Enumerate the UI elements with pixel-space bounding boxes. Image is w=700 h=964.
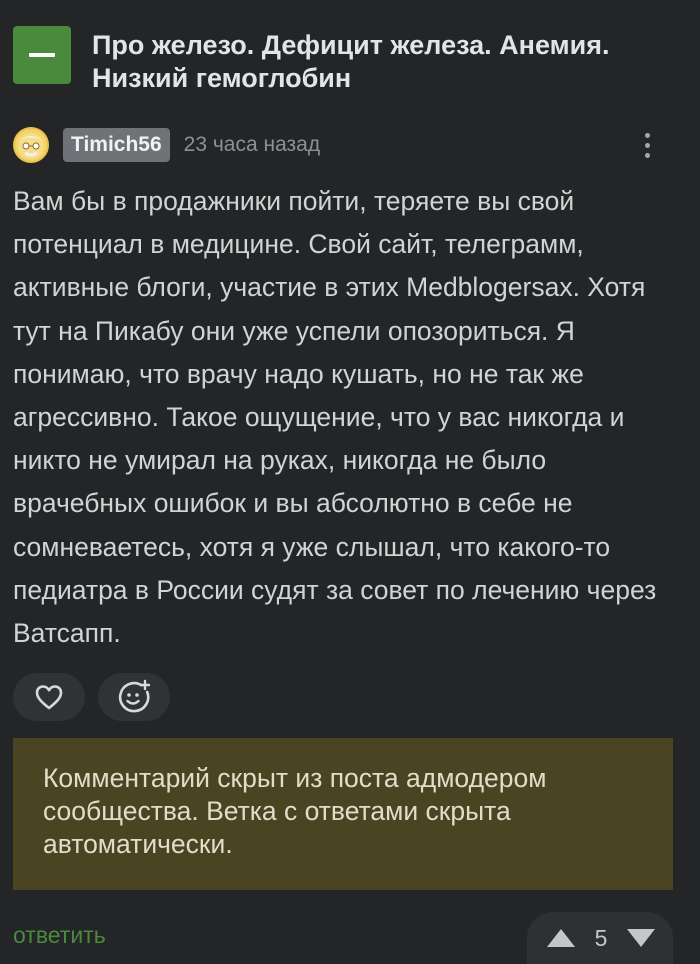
comment-timestamp[interactable]: 23 часа назад <box>184 133 320 157</box>
avatar-face-icon <box>18 133 44 159</box>
collapse-button[interactable] <box>13 26 71 84</box>
downvote-icon[interactable] <box>625 927 657 949</box>
hidden-comment-notice: Комментарий скрыт из поста адмодером соо… <box>13 738 673 890</box>
comment-text: Вам бы в продажники пойти, теряете вы св… <box>13 186 657 649</box>
more-vertical-icon-dot <box>644 142 650 148</box>
post-title[interactable]: Про железо. Дефицит железа. Анемия. Низк… <box>92 29 680 95</box>
post-header: Про железо. Дефицит железа. Анемия. Низк… <box>13 26 680 95</box>
rating-widget: 5 <box>527 912 673 964</box>
minus-icon <box>29 53 55 57</box>
username-badge[interactable]: Timich56 <box>63 128 170 162</box>
more-vertical-icon-dot <box>644 152 650 158</box>
more-options-button[interactable] <box>632 126 662 164</box>
more-vertical-icon <box>644 132 650 138</box>
upvote-icon[interactable] <box>545 927 577 949</box>
avatar[interactable] <box>13 127 49 163</box>
smile-plus-icon <box>118 679 151 713</box>
heart-icon <box>35 685 63 710</box>
reaction-bar <box>13 673 170 721</box>
reply-link[interactable]: ответить <box>13 922 106 949</box>
add-reaction-button[interactable] <box>98 673 170 721</box>
rating-value: 5 <box>594 924 608 951</box>
comment-meta: Timich56 23 часа назад <box>13 126 670 164</box>
like-button[interactable] <box>13 673 85 721</box>
